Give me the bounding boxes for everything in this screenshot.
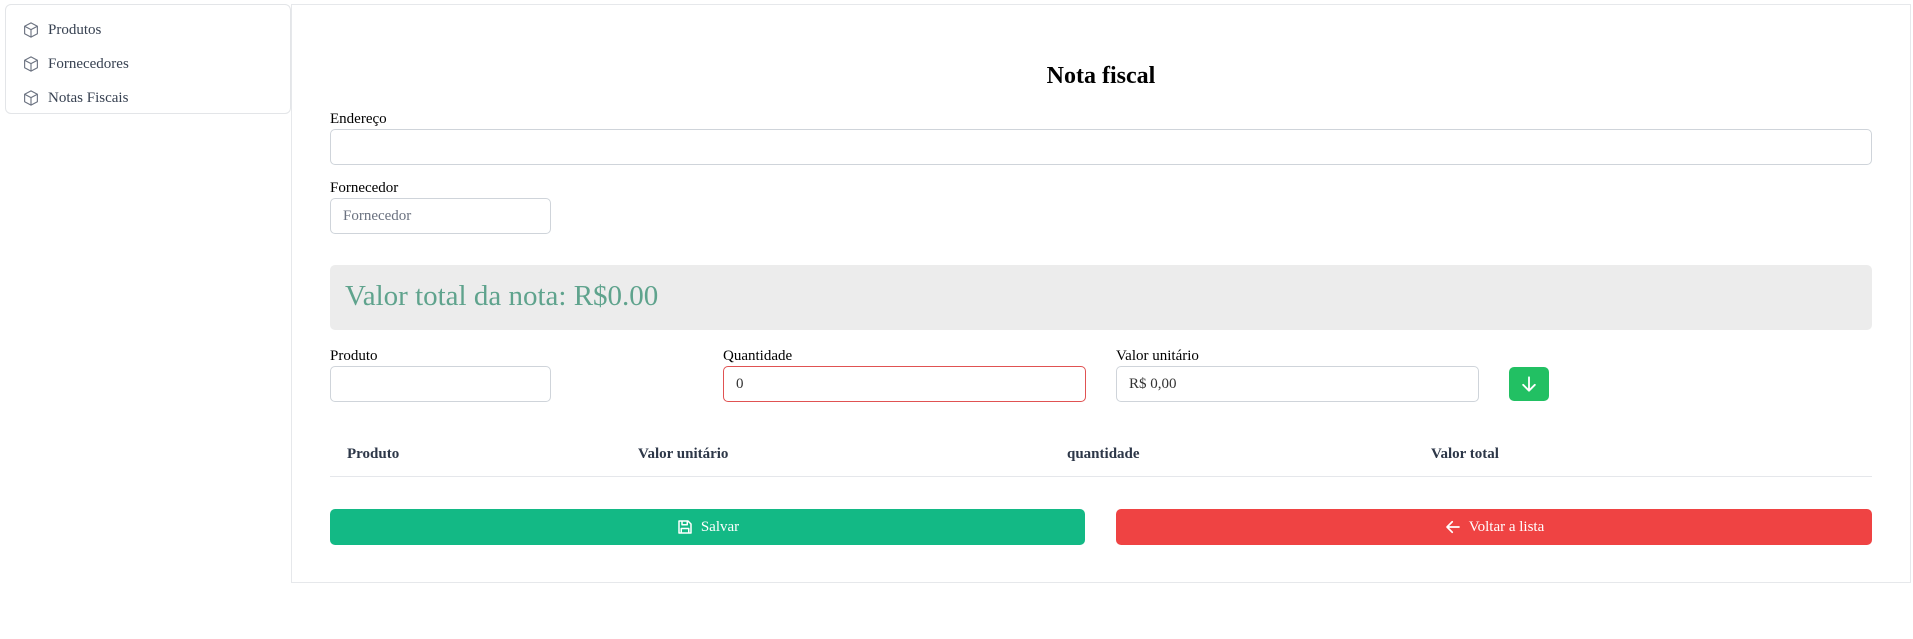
table-header-quantidade: quantidade: [1067, 446, 1140, 462]
save-label: Salvar: [700, 518, 740, 535]
sidebar-item-label: Notas Fiscais: [48, 89, 129, 106]
cube-icon: [22, 55, 40, 73]
save-icon: [676, 518, 701, 536]
endereco-input[interactable]: [330, 129, 1872, 165]
valor-unitario-label: Valor unitário: [1116, 348, 1199, 364]
page-title: Nota fiscal: [1046, 63, 1156, 89]
total-box: Valor total da nota: R$0.00: [330, 265, 1872, 330]
produto-input[interactable]: [330, 366, 551, 402]
save-button[interactable]: Salvar: [330, 509, 1085, 545]
sidebar-item-fornecedores[interactable]: Fornecedores: [6, 47, 290, 81]
sidebar-item-notas-fiscais[interactable]: Notas Fiscais: [6, 81, 290, 115]
invoice-form-panel: Nota fiscal Endereço Fornecedor Valor to…: [291, 4, 1911, 583]
add-item-button[interactable]: [1509, 367, 1549, 401]
back-to-list-button[interactable]: Voltar a lista: [1116, 509, 1872, 545]
table-header-valor-total: Valor total: [1431, 446, 1499, 462]
fornecedor-input[interactable]: [330, 198, 551, 234]
table-header-produto: Produto: [347, 446, 400, 462]
quantidade-label: Quantidade: [723, 348, 793, 364]
arrow-down-icon: [1519, 374, 1539, 394]
arrow-left-icon: [1444, 518, 1469, 536]
back-label: Voltar a lista: [1468, 518, 1545, 535]
sidebar-item-label: Produtos: [48, 21, 102, 38]
sidebar-item-produtos[interactable]: Produtos: [6, 13, 290, 47]
valor-unitario-input[interactable]: [1116, 366, 1479, 402]
produto-label: Produto: [330, 348, 378, 364]
sidebar: Produtos Fornecedores Notas Fiscais: [5, 4, 291, 114]
table-header-valor-unitario: Valor unitário: [638, 446, 729, 462]
fornecedor-label: Fornecedor: [330, 180, 399, 196]
endereco-label: Endereço: [330, 111, 387, 127]
sidebar-item-label: Fornecedores: [48, 55, 129, 72]
cube-icon: [22, 89, 40, 107]
quantidade-input[interactable]: [723, 366, 1086, 402]
table-divider: [330, 476, 1872, 477]
invoice-total: Valor total da nota: R$0.00: [345, 280, 659, 312]
cube-icon: [22, 21, 40, 39]
